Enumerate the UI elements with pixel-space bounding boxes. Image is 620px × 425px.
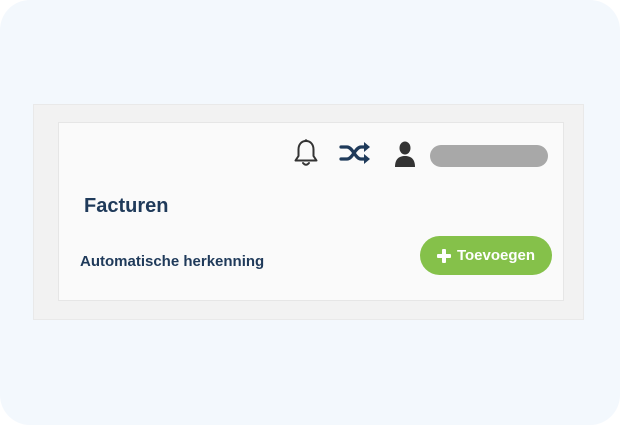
user-icon[interactable] — [392, 139, 418, 169]
add-button[interactable]: Toevoegen — [420, 236, 552, 275]
section-subtitle: Automatische herkenning — [80, 253, 265, 270]
page-title: Facturen — [84, 195, 169, 217]
plus-icon — [436, 248, 451, 263]
user-name-placeholder[interactable] — [430, 145, 548, 167]
add-button-label: Toevoegen — [456, 247, 536, 264]
shuffle-icon[interactable] — [337, 138, 373, 168]
bell-icon[interactable] — [290, 137, 322, 169]
